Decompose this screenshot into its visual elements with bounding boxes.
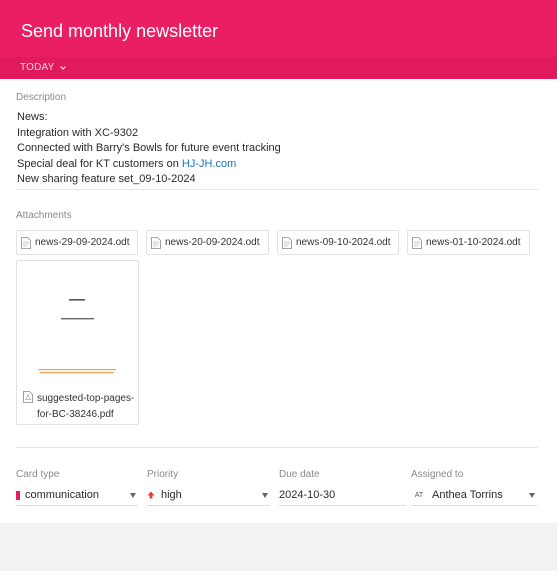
attachments-label: Attachments	[16, 210, 72, 221]
avatar: AT	[414, 491, 424, 499]
dropdown-caret-icon	[130, 493, 136, 498]
attachment-name: news-29-09-2024.odt	[35, 237, 130, 248]
document-icon	[151, 236, 161, 249]
pdf-thumbnail	[18, 262, 137, 386]
assigned-to-label: Assigned to	[411, 469, 464, 480]
attachment-item[interactable]: news-29-09-2024.odt	[16, 230, 138, 255]
pdf-name: suggested-top-pages- for-BC-38246.pdf	[23, 391, 137, 422]
divider	[16, 189, 538, 190]
card-title[interactable]: Send monthly newsletter	[21, 21, 218, 42]
today-dropdown[interactable]: TODAY	[20, 62, 67, 73]
pdf-name-line: for-BC-38246.pdf	[37, 408, 114, 420]
header-subbar	[0, 57, 557, 79]
attachment-item[interactable]: news-09-10-2024.odt	[277, 230, 399, 255]
card-header: Send monthly newsletter TODAY	[0, 0, 557, 79]
attachment-name: news-09-10-2024.odt	[296, 237, 391, 248]
description-link[interactable]: HJ-JH.com	[182, 158, 236, 170]
pdf-attachment[interactable]: suggested-top-pages- for-BC-38246.pdf	[16, 260, 139, 425]
description-line: Connected with Barry's Bowls for future …	[17, 142, 281, 155]
priority-value: high	[161, 489, 182, 501]
card-type-label: Card type	[16, 469, 60, 480]
description-line: Integration with XC-9302	[17, 126, 139, 139]
card-type-value: communication	[25, 489, 99, 501]
description-line: News:	[17, 111, 48, 123]
card-detail-panel: Send monthly newsletter TODAY Descriptio…	[0, 0, 557, 523]
dropdown-caret-icon	[262, 493, 268, 498]
description-line-text: Special deal for KT customers on	[17, 157, 182, 170]
document-icon	[21, 236, 31, 249]
pdf-icon	[23, 391, 33, 403]
pdf-name-line: suggested-top-pages-	[37, 393, 135, 404]
priority-select[interactable]: high	[147, 485, 270, 506]
description-line: Special deal for KT customers on HJ-JH.c…	[17, 157, 281, 173]
today-label: TODAY	[20, 62, 55, 73]
card-type-color-marker	[16, 490, 20, 500]
divider	[16, 447, 538, 448]
dropdown-caret-icon	[529, 493, 535, 498]
chevron-down-icon	[59, 65, 66, 70]
assigned-to-select[interactable]: AT Anthea Torrins	[411, 485, 537, 506]
priority-label: Priority	[147, 469, 179, 480]
description-line: New sharing feature set_09-10-2024	[17, 173, 196, 186]
attachment-item[interactable]: news-01-10-2024.odt	[407, 230, 530, 255]
document-icon	[282, 236, 292, 249]
attachment-name: news-01-10-2024.odt	[426, 237, 521, 248]
due-date-value: 2024-10-30	[279, 489, 336, 501]
document-icon	[412, 236, 422, 249]
due-date-label: Due date	[279, 469, 320, 480]
attachment-name: news-20-09-2024.odt	[165, 237, 260, 248]
attachment-item[interactable]: news-20-09-2024.odt	[146, 230, 269, 255]
description-text[interactable]: News: Integration with XC-9302 Connected…	[17, 110, 281, 188]
due-date-input[interactable]: 2024-10-30	[279, 485, 406, 506]
card-type-select[interactable]: communication	[16, 485, 138, 506]
arrow-up-icon	[147, 491, 155, 499]
description-label: Description	[16, 92, 67, 103]
assignee-name: Anthea Torrins	[432, 489, 503, 501]
